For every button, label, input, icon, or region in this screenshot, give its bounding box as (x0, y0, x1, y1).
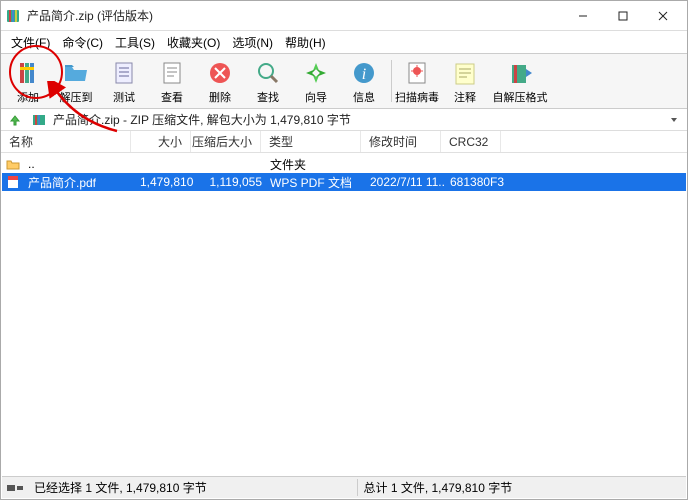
delete-label: 删除 (209, 89, 231, 105)
sfx-label: 自解压格式 (493, 89, 548, 105)
window-controls (563, 2, 683, 30)
sfx-button[interactable]: 自解压格式 (490, 55, 550, 107)
col-size[interactable]: 大小 (131, 131, 191, 152)
test-button[interactable]: 测试 (101, 55, 147, 107)
col-packed[interactable]: 压缩后大小 (191, 131, 261, 152)
col-crc[interactable]: CRC32 (441, 131, 501, 152)
minimize-button[interactable] (563, 2, 603, 30)
extract-to-label: 解压到 (60, 89, 93, 105)
title-bar: 产品简介.zip (评估版本) (1, 1, 687, 31)
virus-scan-label: 扫描病毒 (395, 89, 439, 105)
address-bar: 产品简介.zip - ZIP 压缩文件, 解包大小为 1,479,810 字节 (1, 109, 687, 131)
up-arrow-icon (8, 113, 22, 127)
info-button[interactable]: i 信息 (341, 55, 387, 107)
window-title: 产品简介.zip (评估版本) (27, 7, 563, 24)
file-list[interactable]: .. 文件夹 产品简介.pdf 1,479,810 1,119,055 WPS … (2, 155, 686, 475)
chevron-down-icon (669, 115, 679, 125)
delete-icon (206, 59, 234, 87)
close-button[interactable] (643, 2, 683, 30)
parent-type: 文件夹 (266, 156, 366, 173)
list-icon (110, 59, 138, 87)
add-label: 添加 (17, 89, 39, 105)
books-icon (14, 59, 42, 87)
view-button[interactable]: 查看 (149, 55, 195, 107)
wizard-label: 向导 (305, 89, 327, 105)
wizard-icon (302, 59, 330, 87)
comment-button[interactable]: 注释 (442, 55, 488, 107)
file-row[interactable]: 产品简介.pdf 1,479,810 1,119,055 WPS PDF 文档 … (2, 173, 686, 191)
maximize-button[interactable] (603, 2, 643, 30)
col-type[interactable]: 类型 (261, 131, 361, 152)
delete-button[interactable]: 删除 (197, 55, 243, 107)
parent-dots: .. (24, 157, 136, 171)
address-text: 产品简介.zip - ZIP 压缩文件, 解包大小为 1,479,810 字节 (47, 111, 665, 128)
col-name[interactable]: 名称 (1, 131, 131, 152)
toolbar-separator (391, 60, 392, 102)
file-size: 1,479,810 (136, 175, 196, 189)
comment-icon (451, 59, 479, 87)
file-packed: 1,119,055 (196, 175, 266, 189)
view-label: 查看 (161, 89, 183, 105)
table-header: 名称 大小 压缩后大小 类型 修改时间 CRC32 (1, 131, 687, 153)
find-label: 查找 (257, 89, 279, 105)
info-label: 信息 (353, 89, 375, 105)
file-name: 产品简介.pdf (24, 174, 136, 191)
file-type: WPS PDF 文档 (266, 174, 366, 191)
archive-icon (31, 113, 47, 127)
file-crc: 681380F3 (446, 175, 506, 189)
menu-favorites[interactable]: 收藏夹(O) (161, 32, 226, 53)
up-button[interactable] (5, 111, 25, 129)
status-selected: 已经选择 1 文件, 1,479,810 字节 (28, 479, 358, 496)
pdf-icon (6, 175, 20, 189)
menu-commands[interactable]: 命令(C) (56, 32, 109, 53)
status-total: 总计 1 文件, 1,479,810 字节 (358, 479, 687, 496)
svg-text:i: i (362, 66, 366, 83)
menu-help[interactable]: 帮助(H) (279, 32, 332, 53)
add-button[interactable]: 添加 (5, 55, 51, 107)
menu-bar: 文件(F) 命令(C) 工具(S) 收藏夹(O) 选项(N) 帮助(H) (1, 31, 687, 53)
menu-tools[interactable]: 工具(S) (109, 32, 161, 53)
address-dropdown[interactable] (665, 111, 683, 129)
search-icon (254, 59, 282, 87)
info-icon: i (350, 59, 378, 87)
virus-scan-icon (403, 59, 431, 87)
status-grip-icon (2, 483, 28, 493)
comment-label: 注释 (454, 89, 476, 105)
toolbar: 添加 解压到 测试 查看 删除 查找 向导 i 信息 扫描病毒 注释 自解压格式 (1, 53, 687, 109)
menu-options[interactable]: 选项(N) (226, 32, 279, 53)
file-mtime: 2022/7/11 11... (366, 175, 446, 189)
document-icon (158, 59, 186, 87)
col-mtime[interactable]: 修改时间 (361, 131, 441, 152)
extract-to-button[interactable]: 解压到 (53, 55, 99, 107)
sfx-icon (506, 59, 534, 87)
parent-folder-row[interactable]: .. 文件夹 (2, 155, 686, 173)
test-label: 测试 (113, 89, 135, 105)
wizard-button[interactable]: 向导 (293, 55, 339, 107)
status-bar: 已经选择 1 文件, 1,479,810 字节 总计 1 文件, 1,479,8… (2, 476, 686, 498)
app-icon (5, 8, 21, 24)
virus-scan-button[interactable]: 扫描病毒 (394, 55, 440, 107)
menu-file[interactable]: 文件(F) (5, 32, 56, 53)
folder-icon (6, 157, 20, 171)
folder-open-icon (62, 59, 90, 87)
find-button[interactable]: 查找 (245, 55, 291, 107)
